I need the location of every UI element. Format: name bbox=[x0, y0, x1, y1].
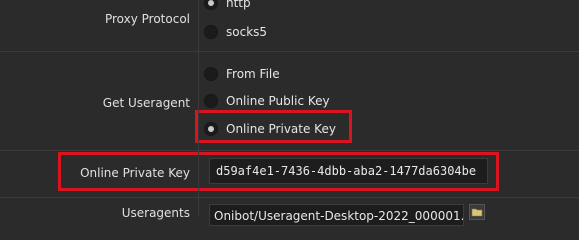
proxy-protocol-socks5-radio[interactable]: socks5 bbox=[204, 24, 267, 40]
radio-unchecked-icon bbox=[204, 25, 218, 39]
browse-button[interactable] bbox=[469, 204, 485, 220]
get-useragent-label: Get Useragent bbox=[102, 96, 190, 110]
useragents-label: Useragents bbox=[121, 206, 190, 220]
radio-label-socks5: socks5 bbox=[226, 25, 268, 39]
folder-icon bbox=[471, 208, 483, 217]
radio-label-http: http bbox=[226, 0, 251, 10]
proxy-protocol-label: Proxy Protocol bbox=[104, 12, 190, 26]
radio-label-from-file: From File bbox=[226, 67, 280, 81]
useragents-file-input[interactable]: Onibot/Useragent-Desktop-2022_000001.txt bbox=[209, 204, 464, 226]
proxy-protocol-http-radio[interactable]: http bbox=[204, 0, 251, 11]
highlight-box-key-row bbox=[58, 152, 499, 191]
radio-checked-icon bbox=[204, 0, 218, 10]
radio-label-online-public-key: Online Public Key bbox=[226, 94, 330, 108]
proxy-protocol-row: Proxy Protocol http socks5 bbox=[0, 0, 579, 48]
get-useragent-online-public-key-radio[interactable]: Online Public Key bbox=[204, 93, 330, 109]
radio-unchecked-icon bbox=[204, 94, 218, 108]
highlight-box-radio bbox=[195, 110, 352, 143]
column-separator bbox=[198, 0, 199, 216]
radio-unchecked-icon bbox=[204, 67, 218, 81]
get-useragent-from-file-radio[interactable]: From File bbox=[204, 66, 280, 82]
